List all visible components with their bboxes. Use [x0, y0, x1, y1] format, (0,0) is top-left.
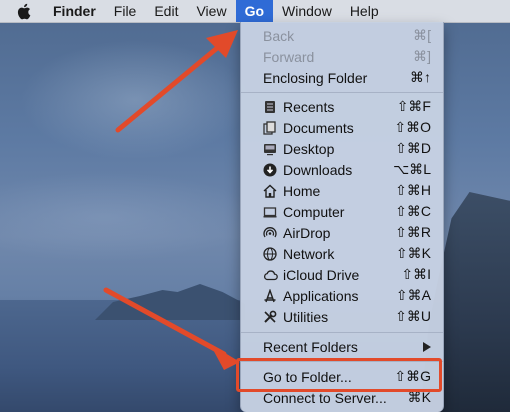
annotation-arrow-to-go-to-folder	[103, 287, 240, 370]
annotation-arrows	[103, 30, 240, 370]
annotation-arrow-to-go-menu	[115, 30, 238, 133]
